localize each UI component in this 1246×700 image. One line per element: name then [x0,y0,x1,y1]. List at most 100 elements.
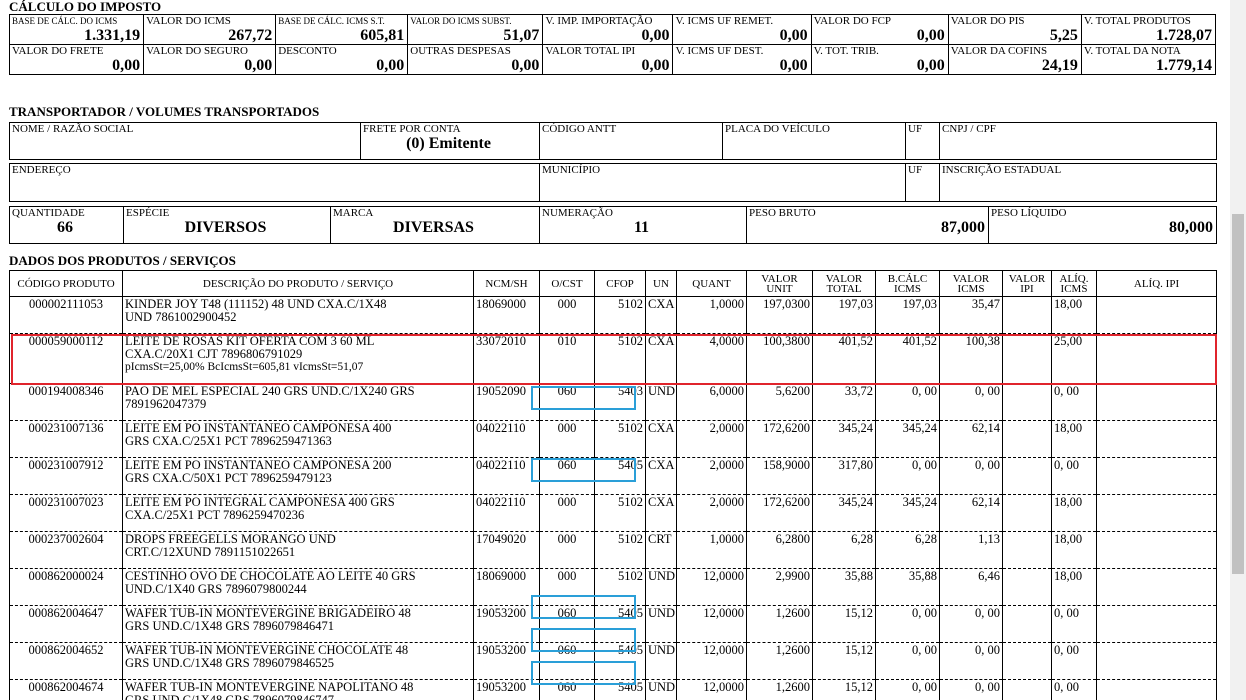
cell-aipi [1096,568,1217,606]
cell-vunit: 197,0300 [746,296,813,334]
column-header: VALOR ICMS [939,270,1003,297]
highlight-red-box [11,334,1217,385]
cell-cfop: 5102 [594,531,646,569]
brand-cell: MARCA DIVERSAS [330,206,540,244]
tax-cell: OUTRAS DESPESAS 0,00 [407,44,544,75]
tax-row-2: VALOR DO FRETE 0,00 VALOR DO SEGURO 0,00 DES… [8,44,1217,75]
cell-vtotal: 6,28 [812,531,876,569]
cell-codigo: 000862004674 [9,679,123,700]
cell-bcalc: 0, 00 [875,679,940,700]
cell-quant: 12,0000 [676,679,747,700]
cell-ncm: 19053200 [473,642,540,680]
cell-desc: PAO DE MEL ESPECIAL 240 GRS UND.C/1X240 … [122,383,474,421]
cell-vtotal: 197,03 [812,296,876,334]
tax-field-value: 1.728,07 [1156,27,1212,44]
cell-vunit: 158,9000 [746,457,813,495]
tax-cell: VALOR DO FCP 0,00 [810,14,949,45]
column-header: ALÍQ. ICMS [1051,270,1097,297]
cell-aipi [1096,383,1217,421]
cell-aicms: 18,00 [1051,296,1097,334]
scrollbar-thumb[interactable] [1232,214,1244,574]
tax-cell: VALOR DA COFINS 24,19 [947,44,1082,75]
description-line: CXA.C/25X1 PCT 7896259470236 [125,508,305,522]
cell-vunit: 6,2800 [746,531,813,569]
cell-vtotal: 15,12 [812,605,876,643]
cell-vtotal: 345,24 [812,494,876,532]
cell-vunit: 1,2600 [746,679,813,700]
tax-cell: BASE DE CÁLC. DO ICMS 1.331,19 [8,14,145,45]
cell-vtotal: 35,88 [812,568,876,606]
tax-field-label: VALOR DO PIS [950,15,1025,27]
cell-ncm: 19052090 [473,383,540,421]
tax-cell: VALOR DO ICMS 267,72 [143,14,277,45]
cell-quant: 2,0000 [676,494,747,532]
tax-field-label: V. ICMS UF DEST. [675,45,764,57]
tax-field-value: 0,00 [916,27,945,44]
column-header: UN [645,270,677,297]
tax-field-value: 1.779,14 [1156,57,1212,74]
cell-cst: 000 [539,531,595,569]
cell-codigo: 000002111053 [9,296,123,334]
tax-field-value: 0,00 [641,57,670,74]
freight-value: (0) Emitente [406,135,491,152]
cell-aipi [1096,457,1217,495]
cell-codigo: 000231007023 [9,494,123,532]
cell-vunit: 1,2600 [746,605,813,643]
cell-vtotal: 33,72 [812,383,876,421]
cell-un: CXA [645,494,677,532]
cell-quant: 2,0000 [676,457,747,495]
column-header: ALÍQ. IPI [1096,270,1217,297]
column-header: CFOP [594,270,646,297]
tax-cell: BASE DE CÁLC. ICMS S.T. 605,81 [275,14,409,45]
description-line: GRS UND.C/1X48 GRS 7896079846471 [125,619,335,633]
cell-quant: 1,0000 [676,531,747,569]
species-cell: ESPÉCIE DIVERSOS [123,206,331,244]
tax-cell: V. IMP. IMPORTAÇÃO 0,00 [542,14,674,45]
cell-vipi [1002,642,1052,680]
description-line: 7891962047379 [125,397,207,411]
column-header: O/CST [539,270,595,297]
antt-cell: CÓDIGO ANTT [539,122,723,160]
cell-desc: DROPS FREEGELLS MORANGO UND CRT.C/12XUND … [122,531,474,569]
cell-bcalc: 6,28 [875,531,940,569]
cell-vipi [1002,494,1052,532]
cell-bcalc: 197,03 [875,296,940,334]
cell-un: CXA [645,296,677,334]
cell-cfop: 5102 [594,296,646,334]
section-title-imposto: CÁLCULO DO IMPOSTO [9,0,162,14]
tax-row-1: BASE DE CÁLC. DO ICMS 1.331,19 VALOR DO IC… [8,14,1217,45]
cell-codigo: 000231007136 [9,420,123,458]
description-line: GRS UND.C/1X48 GRS 7896079846747 [125,693,335,700]
table-row: 000231007136 LEITE EM PO INSTANTANEO CAMP… [9,420,1217,458]
tax-cell: V. ICMS UF DEST. 0,00 [672,44,812,75]
carrier-name-cell: NOME / RAZÃO SOCIAL [9,122,361,160]
cell-vipi [1002,605,1052,643]
tax-field-value: 267,72 [228,27,273,44]
volumes-row: QUANTIDADE 66 ESPÉCIE DIVERSOS MARCA DIVERS… [9,206,1217,244]
cell-codigo: 000237002604 [9,531,123,569]
highlight-blue-box [531,661,636,685]
cell-desc: WAFER TUB-IN MONTEVERGINE BRIGADEIRO 48 G… [122,605,474,643]
cell-cfop: 5102 [594,494,646,532]
cell-vicms: 0, 00 [939,605,1003,643]
tax-cell: V. ICMS UF REMET. 0,00 [672,14,812,45]
cell-quant: 2,0000 [676,420,747,458]
tax-cell: DESCONTO 0,00 [275,44,409,75]
cell-aicms: 0, 00 [1051,383,1097,421]
column-header: DESCRIÇÃO DO PRODUTO / SERVIÇO [122,270,474,297]
cell-desc: WAFER TUB-IN MONTEVERGINE CHOCOLATE 48 GR… [122,642,474,680]
cell-aipi [1096,605,1217,643]
cell-vipi [1002,679,1052,700]
description-line: GRS UND.C/1X48 GRS 7896079846525 [125,656,335,670]
highlight-blue-box [531,595,636,619]
cell-vicms: 6,46 [939,568,1003,606]
uf-cell: UF [905,122,940,160]
cell-ncm: 04022110 [473,494,540,532]
cell-bcalc: 0, 00 [875,605,940,643]
cell-aicms: 18,00 [1051,420,1097,458]
cell-bcalc: 345,24 [875,494,940,532]
cell-un: CXA [645,457,677,495]
description-line: GRS CXA.C/25X1 PCT 7896259471363 [125,434,332,448]
tax-field-label: V. IMP. IMPORTAÇÃO [545,15,653,27]
table-row: 000237002604 DROPS FREEGELLS MORANGO UND C… [9,531,1217,569]
